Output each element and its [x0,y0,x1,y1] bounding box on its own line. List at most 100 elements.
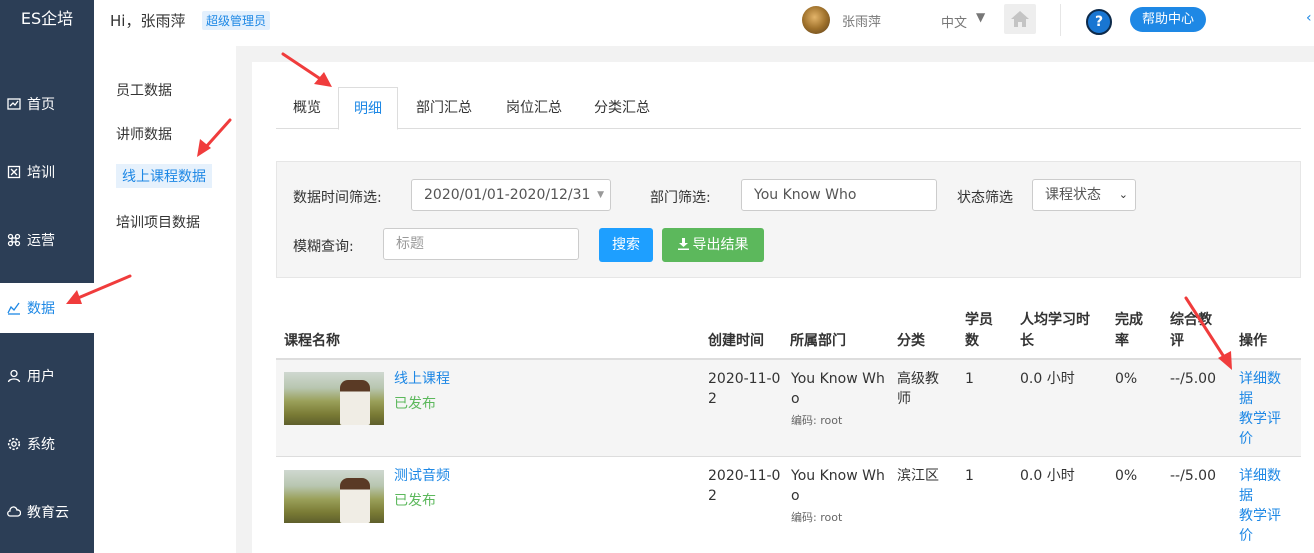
tab-category-summary[interactable]: 分类汇总 [578,87,666,129]
detail-data-link[interactable]: 详细数据 [1239,369,1281,409]
detail-link-2: 据 [1239,391,1253,407]
date-filter-label: 数据时间筛选: [293,190,382,206]
cloud-icon [5,503,23,521]
detail-link-2: 据 [1239,488,1253,504]
help-center-button[interactable]: 帮助中心 [1130,7,1207,32]
dept-input-value: You Know Who [754,187,857,203]
nav-label-home: 首页 [27,97,55,113]
dept-name: You Know Wh o [791,369,885,409]
subnav-item-online-course-data[interactable]: 线上课程数据 [116,164,212,188]
home-icon [1011,11,1029,27]
teaching-eval-link[interactable]: 教学评价 [1239,506,1281,546]
tab-detail[interactable]: 明细 [338,87,398,130]
tab-dept-summary[interactable]: 部门汇总 [400,87,488,129]
tab-bar: 概览 明细 部门汇总 岗位汇总 分类汇总 [276,87,1301,130]
course-thumbnail[interactable] [284,470,384,523]
eval-link-1: 教学评 [1239,508,1281,524]
language-selector[interactable]: 中文 [941,12,967,31]
chevron-left-icon[interactable]: ‹ [1306,10,1312,26]
subnav-item-training-project-data[interactable]: 培训项目数据 [116,212,200,232]
sub-nav: 员工数据 讲师数据 线上课程数据 培训项目数据 [94,46,236,553]
category: 高级教师 [897,369,939,409]
fuzzy-search-input[interactable]: 标题 [383,228,579,260]
book-icon [5,163,23,181]
eval-link-1: 教学评 [1239,411,1281,427]
detail-data-link[interactable]: 详细数据 [1239,466,1281,506]
tab-overview[interactable]: 概览 [276,87,338,129]
created-time-2: 2 [708,488,717,504]
table-header: 课程名称 创建时间 所属部门 分类 学员数 人均学习时长 完成率 综合教评 操作 [276,300,1301,360]
created-time-1: 2020-11-0 [708,468,781,484]
date-range-input[interactable]: 2020/01/01-2020/12/31 ▼ [411,179,611,211]
nav-item-data[interactable]: 数据 [0,283,94,333]
completion-rate: 0% [1115,468,1138,484]
caret-down-icon[interactable]: ▼ [976,10,985,24]
tab-position-summary[interactable]: 岗位汇总 [490,87,578,129]
command-icon [5,231,23,249]
dept-filter-label: 部门筛选: [650,190,711,206]
export-button-label: 导出结果 [692,237,749,253]
completion-rate: 0% [1115,371,1138,387]
th-students-2: 数 [965,333,979,349]
nav-item-training[interactable]: 培训 [0,147,94,197]
th-rating-2: 评 [1170,333,1184,349]
subnav-item-employee-data[interactable]: 员工数据 [116,80,172,100]
th-created: 创建时间 [708,333,764,349]
dept-name-2: o [791,391,800,407]
nav-item-edu-cloud[interactable]: 教育云 [0,487,94,537]
student-count: 1 [965,468,974,484]
top-bar: Hi，张雨萍 超级管理员 张雨萍 中文 ▼ ? 帮助中心 ‹ [94,0,1314,46]
created-time-2: 2 [708,391,717,407]
main-panel: 概览 明细 部门汇总 岗位汇总 分类汇总 数据时间筛选: 2020/01/01-… [252,62,1314,553]
th-rating: 综合教评 [1170,310,1212,352]
nav-item-home[interactable]: 首页 [0,79,94,129]
nav-label-data: 数据 [27,301,55,317]
course-thumbnail[interactable] [284,372,384,425]
nav-item-system[interactable]: 系统 [0,419,94,469]
username[interactable]: 张雨萍 [842,11,881,30]
dept-name-1: You Know Wh [791,468,885,484]
status-select-value: 课程状态 [1045,187,1101,203]
nav-label-edu-cloud: 教育云 [27,505,69,521]
export-button[interactable]: 导出结果 [662,228,764,262]
greeting: Hi，张雨萍 [110,12,186,30]
detail-link-1: 详细数 [1239,371,1281,387]
dept-code: 编码: root [791,511,843,524]
th-category: 分类 [897,333,925,349]
detail-link-1: 详细数 [1239,468,1281,484]
search-button[interactable]: 搜索 [599,228,653,262]
avg-study-time: 0.0 小时 [1020,468,1075,484]
status-select[interactable]: 课程状态 ⌄ [1032,179,1136,211]
nav-item-users[interactable]: 用户 [0,351,94,401]
table-row: 线上课程 已发布 2020-11-0 2 You Know Wh o 编码: roo… [276,360,1301,457]
created-time: 2020-11-0 2 [708,369,780,409]
home-button[interactable] [1004,4,1036,34]
fuzzy-search-label: 模糊查询: [293,239,354,255]
app-logo[interactable]: ES企培 [0,0,94,42]
eval-link-2: 价 [1239,528,1253,544]
th-avg-study-time: 人均学习时长 [1020,310,1090,352]
bar-chart-icon [5,299,23,317]
course-status: 已发布 [394,396,436,412]
teaching-eval-link[interactable]: 教学评价 [1239,409,1281,449]
help-question-icon[interactable]: ? [1086,9,1112,35]
left-nav: ES企培 首页 培训 运营 数据 用户 系统 教育云 [0,0,94,553]
fuzzy-search-placeholder: 标题 [396,236,424,252]
course-title-link[interactable]: 测试音频 [394,466,450,486]
divider [1060,4,1061,36]
dept-code: 编码: root [791,414,843,427]
course-title-link[interactable]: 线上课程 [394,369,450,389]
th-dept: 所属部门 [790,333,846,349]
subnav-item-lecturer-data[interactable]: 讲师数据 [116,124,172,144]
th-rating-1: 综合教 [1170,312,1212,328]
course-status: 已发布 [394,493,436,509]
dept-input[interactable]: You Know Who [741,179,937,211]
created-time: 2020-11-0 2 [708,466,780,506]
nav-item-operations[interactable]: 运营 [0,215,94,265]
chevron-down-icon: ⌄ [1118,188,1128,201]
avatar[interactable] [802,6,830,34]
dept-name-2: o [791,488,800,504]
th-avg-2: 长 [1020,333,1034,349]
student-count: 1 [965,371,974,387]
th-completion-2: 率 [1115,333,1129,349]
